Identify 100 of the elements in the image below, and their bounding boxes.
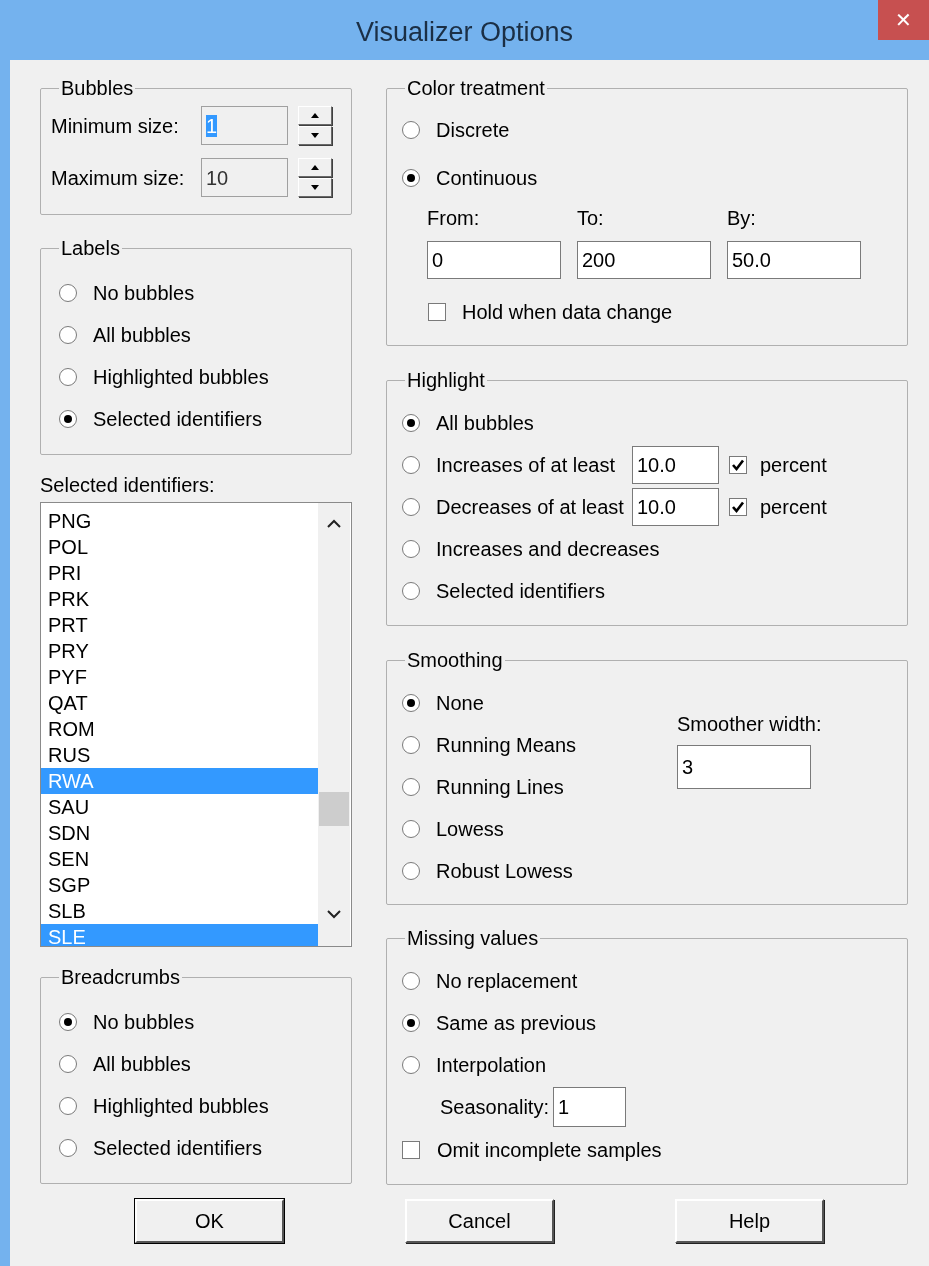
spin-down-button[interactable] — [298, 178, 332, 197]
scroll-thumb[interactable] — [319, 792, 349, 826]
radio-button[interactable] — [402, 736, 420, 754]
radio-label[interactable]: None — [436, 692, 484, 714]
radio-label[interactable]: No bubbles — [93, 1011, 195, 1033]
radio-button[interactable] — [59, 326, 77, 344]
spin-down-button[interactable] — [298, 126, 332, 145]
input-field[interactable]: 10.0 — [632, 488, 719, 526]
scrollbar[interactable] — [318, 503, 350, 946]
radio-label[interactable]: Interpolation — [436, 1054, 547, 1076]
radio-button[interactable] — [402, 582, 420, 600]
group-title: Highlight — [406, 370, 486, 390]
scroll-up-icon[interactable] — [327, 519, 341, 528]
list-item[interactable]: PRK — [41, 586, 318, 612]
scroll-down-icon[interactable] — [327, 910, 341, 919]
radio-label[interactable]: No bubbles — [93, 282, 195, 304]
radio-button[interactable] — [59, 1097, 77, 1115]
radio-button[interactable] — [402, 820, 420, 838]
close-button[interactable]: ✕ — [878, 0, 929, 40]
list-item[interactable]: SGP — [41, 872, 318, 898]
list-item[interactable]: POL — [41, 534, 318, 560]
input-field[interactable]: 10 — [201, 158, 288, 197]
list-item[interactable]: PNG — [41, 508, 318, 534]
radio-label[interactable]: Selected identifiers — [93, 1137, 262, 1159]
radio-label[interactable]: Running Lines — [436, 776, 564, 798]
radio-button[interactable] — [402, 498, 420, 516]
radio-button[interactable] — [59, 1055, 77, 1073]
spin-up-button[interactable] — [298, 158, 332, 177]
list-item[interactable]: RUS — [41, 742, 318, 768]
radio-button[interactable] — [402, 1014, 420, 1032]
list-label: Selected identifiers: — [40, 474, 216, 496]
radio-button[interactable] — [402, 414, 420, 432]
list-item[interactable]: ROM — [41, 716, 318, 742]
radio-label[interactable]: Increases and decreases — [436, 538, 660, 560]
input-field[interactable]: 3 — [677, 745, 811, 789]
list-item[interactable]: SDN — [41, 820, 318, 846]
radio-label[interactable]: All bubbles — [93, 324, 191, 346]
checkbox[interactable] — [428, 303, 446, 321]
group-title: Bubbles — [60, 78, 135, 98]
radio-label[interactable]: Robust Lowess — [436, 860, 573, 882]
field-label: Seasonality: — [440, 1096, 549, 1118]
spin-up-button[interactable] — [298, 106, 332, 125]
list-item[interactable]: SAU — [41, 794, 318, 820]
input-field[interactable]: 50.0 — [727, 241, 861, 279]
radio-button[interactable] — [402, 456, 420, 474]
list-item[interactable]: SLB — [41, 898, 318, 924]
radio-button[interactable] — [402, 694, 420, 712]
list-item[interactable]: PYF — [41, 664, 318, 690]
radio-button[interactable] — [402, 169, 420, 187]
radio-button[interactable] — [402, 972, 420, 990]
radio-label[interactable]: All bubbles — [93, 1053, 191, 1075]
list-item[interactable]: PRI — [41, 560, 318, 586]
input-field[interactable]: 200 — [577, 241, 711, 279]
checkbox[interactable] — [729, 498, 747, 516]
radio-label[interactable]: Selected identifiers — [93, 408, 262, 430]
group-title: Labels — [60, 238, 121, 258]
checkbox[interactable] — [402, 1141, 420, 1159]
radio-label[interactable]: Lowess — [436, 818, 504, 840]
radio-label[interactable]: All bubbles — [436, 412, 534, 434]
radio-label[interactable]: Highlighted bubbles — [93, 366, 269, 388]
dialog-button[interactable]: Help — [675, 1199, 824, 1243]
radio-label[interactable]: Highlighted bubbles — [93, 1095, 269, 1117]
radio-button[interactable] — [402, 540, 420, 558]
radio-button[interactable] — [59, 368, 77, 386]
input-field[interactable]: 10.0 — [632, 446, 719, 484]
identifier-list[interactable]: PNG POL PRI PRK PRT PRY PYF QAT ROM RUS RWA SAU SDN SEN SGP SLB SLE — [40, 502, 352, 947]
up-arrow-icon — [311, 113, 319, 118]
list-item[interactable]: SEN — [41, 846, 318, 872]
dialog-button[interactable]: Cancel — [405, 1199, 554, 1243]
list-item[interactable]: QAT — [41, 690, 318, 716]
checkbox-label[interactable]: Omit incomplete samples — [437, 1139, 662, 1161]
list-item[interactable]: PRT — [41, 612, 318, 638]
field-label: From: — [427, 207, 481, 229]
checkbox-label[interactable]: Hold when data change — [462, 301, 673, 323]
radio-button[interactable] — [59, 1139, 77, 1157]
list-item[interactable]: PRY — [41, 638, 318, 664]
group-title: Smoothing — [406, 650, 504, 670]
dialog-button[interactable]: OK — [135, 1199, 284, 1243]
down-arrow-icon — [311, 133, 319, 138]
radio-button[interactable] — [402, 862, 420, 880]
radio-button[interactable] — [59, 410, 77, 428]
radio-label[interactable]: Selected identifiers — [436, 580, 605, 602]
input-field[interactable]: 1 — [552, 1087, 626, 1127]
radio-button[interactable] — [402, 121, 420, 139]
checkbox[interactable] — [729, 456, 747, 474]
checkbox-label[interactable]: percent — [760, 496, 827, 518]
radio-button[interactable] — [402, 778, 420, 796]
radio-label[interactable]: Decreases of at least — [436, 496, 630, 518]
radio-label[interactable]: Increases of at least — [436, 454, 630, 476]
input-field[interactable]: 0 — [427, 241, 561, 279]
checkbox-label[interactable]: percent — [760, 454, 827, 476]
radio-label[interactable]: Continuous — [436, 167, 538, 189]
radio-button[interactable] — [402, 1056, 420, 1074]
radio-label[interactable]: No replacement — [436, 970, 578, 992]
radio-label[interactable]: Running Means — [436, 734, 577, 756]
radio-label[interactable]: Same as previous — [436, 1012, 597, 1034]
field-label: To: — [577, 207, 605, 229]
radio-button[interactable] — [59, 1013, 77, 1031]
radio-button[interactable] — [59, 284, 77, 302]
radio-label[interactable]: Discrete — [436, 119, 510, 141]
